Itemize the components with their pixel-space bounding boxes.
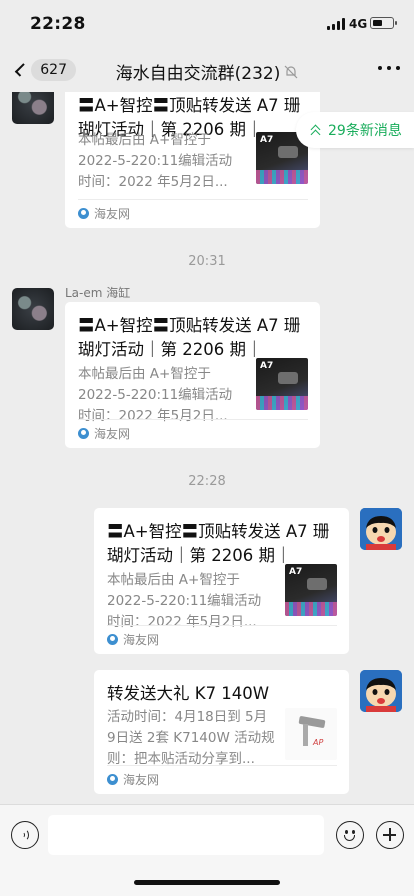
card-thumbnail: A7 [256,358,308,410]
avatar[interactable] [12,288,54,330]
sender-name: La-em 海缸 [65,286,131,300]
card-source: 海友网 [107,771,159,788]
card-description: 本帖最后由 A+智控于 2022-5-220:11编辑活动 时间：2022 年5… [78,132,233,190]
link-card[interactable]: 〓A+智控〓顶贴转发送 A7 珊瑚灯活动｜第 2206 期｜ 本帖最后由 A+智… [94,508,349,654]
nav-bar: 627 海水自由交流群(232) [0,48,414,92]
chat-title-text: 海水自由交流群(232) [115,64,281,84]
card-description: 本帖最后由 A+智控于 2022-5-220:11编辑活动 时间：2022 年5… [78,366,233,424]
source-logo-icon [107,774,118,785]
card-source: 海友网 [78,425,130,442]
signal-icon [327,18,345,30]
emoji-icon[interactable] [336,821,364,849]
status-time: 22:28 [30,14,86,34]
card-thumbnail: A7 [285,564,337,616]
link-card[interactable]: 〓A+智控〓顶贴转发送 A7 珊瑚灯活动｜第 2206 期｜ 本帖最后由 A+智… [65,92,320,228]
timestamp: 20:31 [188,254,226,269]
back-button[interactable]: 627 [12,55,76,85]
chat-title[interactable]: 海水自由交流群(232) [90,59,324,84]
timestamp: 22:28 [188,474,226,489]
card-thumbnail: AP [285,708,337,760]
plus-icon[interactable] [376,821,404,849]
card-source: 海友网 [78,205,130,222]
source-logo-icon [78,208,89,219]
bell-slash-icon [284,65,298,78]
voice-icon[interactable] [11,821,39,849]
network-type: 4G [349,17,368,31]
battery-icon [370,17,397,29]
card-description: 本帖最后由 A+智控于 2022-5-220:11编辑活动 时间：2022 年5… [107,572,262,630]
divider [107,765,337,766]
divider [78,199,308,200]
double-chevron-up-icon [310,124,322,140]
divider [78,419,308,420]
card-title: 转发送大礼 K7 140W [107,684,270,703]
unread-count-badge: 627 [31,59,76,81]
divider [107,625,337,626]
message-input[interactable] [48,815,324,855]
chevron-left-icon [14,63,29,77]
battery-level [372,19,383,26]
source-logo-icon [107,634,118,645]
avatar[interactable] [12,92,54,124]
source-logo-icon [78,428,89,439]
more-dots-icon[interactable] [378,66,400,74]
new-messages-button[interactable]: 29条新消息 [296,112,414,148]
card-title: 〓A+智控〓顶贴转发送 A7 珊瑚灯活动｜第 2206 期｜ [107,522,330,565]
home-indicator [134,880,280,885]
card-title: 〓A+智控〓顶贴转发送 A7 珊瑚灯活动｜第 2206 期｜ [78,316,301,359]
link-card[interactable]: 〓A+智控〓顶贴转发送 A7 珊瑚灯活动｜第 2206 期｜ 本帖最后由 A+智… [65,302,320,448]
chat-message-list[interactable]: 〓A+智控〓顶贴转发送 A7 珊瑚灯活动｜第 2206 期｜ 本帖最后由 A+智… [0,92,414,804]
avatar[interactable] [360,508,402,550]
card-description: 活动时间：4月18日到 5月 9日送 2套 K7140W 活动规 则：把本贴活动… [107,709,275,767]
avatar[interactable] [360,670,402,712]
link-card[interactable]: 转发送大礼 K7 140W 活动时间：4月18日到 5月 9日送 2套 K714… [94,670,349,794]
status-bar: 22:28 4G [0,0,414,48]
card-source: 海友网 [107,631,159,648]
